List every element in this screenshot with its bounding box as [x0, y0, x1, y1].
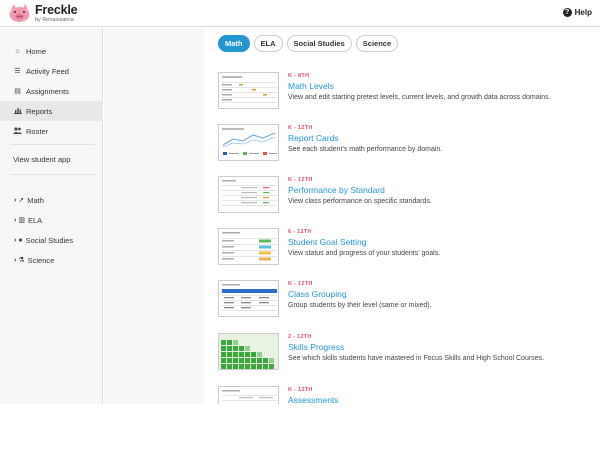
pig-logo-icon — [8, 4, 31, 23]
report-thumbnail — [218, 228, 279, 265]
freckle-logo[interactable]: Freckle by Renaissance — [8, 3, 78, 23]
sidebar-item-home[interactable]: ⌂ Home — [0, 41, 103, 61]
report-title[interactable]: Math Levels — [288, 81, 334, 91]
report-description: View status and progress of your student… — [288, 250, 441, 257]
sidebar-item-roster[interactable]: Roster — [0, 121, 103, 141]
logo-name: Freckle — [35, 3, 78, 17]
sidebar-subject-math[interactable]: › ➚ Math — [0, 191, 103, 209]
sidebar-item-label: Home — [26, 46, 47, 56]
report-thumbnail — [218, 124, 279, 161]
report-grade-range: K - 12TH — [288, 387, 313, 393]
home-icon: ⌂ — [15, 47, 20, 55]
report-description: Group students by their level (same or m… — [288, 302, 432, 309]
rocket-icon: ➚ — [18, 197, 25, 204]
report-card-report-cards[interactable]: K - 12TH Report Cards See each student's… — [218, 124, 598, 168]
sidebar-item-label: Roster — [26, 126, 49, 136]
bar-chart-icon — [13, 107, 22, 116]
report-grade-range: K - 12TH — [288, 281, 313, 287]
help-button[interactable]: ? Help — [562, 8, 592, 17]
report-title[interactable]: Assessments — [288, 395, 339, 404]
report-description: See each student's math performance by d… — [288, 146, 443, 153]
subject-label: ELA — [27, 215, 43, 225]
sidebar-divider — [10, 144, 95, 145]
report-title[interactable]: Student Goal Setting — [288, 237, 366, 247]
subject-label: Social Studies — [25, 235, 74, 245]
subject-label: Science — [27, 255, 55, 265]
report-card-math-levels[interactable]: K - 8TH Math Levels View and edit starti… — [218, 72, 598, 116]
sidebar-item-label: Reports — [26, 106, 53, 116]
report-card-student-goal-setting[interactable]: 6 - 12TH Student Goal Setting View statu… — [218, 228, 598, 272]
report-title[interactable]: Report Cards — [288, 133, 339, 143]
tab-social-studies[interactable]: Social Studies — [286, 35, 352, 52]
sidebar-item-label: Activity Feed — [26, 66, 69, 76]
tab-science[interactable]: Science — [355, 35, 399, 52]
content-gutter — [104, 28, 204, 404]
chevron-right-icon: › — [14, 216, 17, 224]
report-card-assessments[interactable]: K - 12TH Assessments — [218, 386, 598, 404]
question-circle-icon: ? — [562, 8, 572, 17]
student-app-label: View student app — [13, 154, 71, 164]
page-background — [0, 404, 600, 450]
sidebar-item-activity-feed[interactable]: ☰ Activity Feed — [0, 61, 103, 81]
reports-main: Math ELA Social Studies Science K - 8TH … — [204, 28, 600, 404]
report-grade-range: K - 12TH — [288, 177, 313, 183]
view-student-app-link[interactable]: View student app — [0, 149, 103, 169]
subject-tabs: Math ELA Social Studies Science — [218, 35, 399, 52]
chevron-right-icon: › — [14, 236, 17, 244]
sidebar-subject-science[interactable]: › ⚗ Science — [0, 251, 103, 269]
sidebar-subject-social-studies[interactable]: › ● Social Studies — [0, 231, 103, 249]
report-grade-range: 6 - 12TH — [288, 229, 312, 235]
report-thumbnail — [218, 176, 279, 213]
report-thumbnail — [218, 333, 279, 370]
flask-icon: ⚗ — [18, 257, 25, 264]
sidebar: ⌂ Home ☰ Activity Feed ▤ Assignments Rep… — [0, 28, 103, 404]
report-description: View class performance on specific stand… — [288, 198, 432, 205]
sidebar-item-label: Assignments — [26, 86, 69, 96]
report-description: See which skills students have mastered … — [288, 355, 545, 362]
tab-ela[interactable]: ELA — [253, 35, 283, 52]
report-grade-range: K - 8TH — [288, 73, 310, 79]
report-thumbnail — [218, 72, 279, 109]
globe-icon: ● — [18, 236, 23, 244]
logo-subtitle: by Renaissance — [35, 16, 75, 23]
report-grade-range: K - 12TH — [288, 125, 313, 131]
chevron-right-icon: › — [14, 196, 17, 204]
briefcase-icon: ▤ — [14, 88, 21, 95]
top-bar: Freckle by Renaissance ? Help — [0, 0, 600, 27]
help-label: Help — [574, 8, 592, 17]
tab-math[interactable]: Math — [218, 35, 250, 52]
list-icon: ☰ — [14, 68, 21, 75]
report-grade-range: 2 - 12TH — [288, 334, 312, 340]
report-card-class-grouping[interactable]: K - 12TH Class Grouping Group students b… — [218, 280, 598, 324]
book-icon: ▥ — [18, 217, 25, 224]
report-card-performance-by-standard[interactable]: K - 12TH Performance by Standard View cl… — [218, 176, 598, 220]
subject-label: Math — [27, 195, 44, 205]
report-thumbnail — [218, 386, 279, 404]
report-thumbnail — [218, 280, 279, 317]
report-card-skills-progress[interactable]: 2 - 12TH Skills Progress See which skill… — [218, 333, 598, 377]
report-title[interactable]: Performance by Standard — [288, 185, 385, 195]
users-icon — [13, 126, 22, 136]
sidebar-item-assignments[interactable]: ▤ Assignments — [0, 81, 103, 101]
sidebar-divider — [10, 174, 95, 175]
report-title[interactable]: Class Grouping — [288, 289, 347, 299]
sidebar-item-reports[interactable]: Reports — [0, 101, 103, 121]
sidebar-subject-ela[interactable]: › ▥ ELA — [0, 211, 103, 229]
report-description: View and edit starting pretest levels, c… — [288, 94, 551, 101]
chevron-right-icon: › — [14, 256, 17, 264]
report-title[interactable]: Skills Progress — [288, 342, 344, 352]
